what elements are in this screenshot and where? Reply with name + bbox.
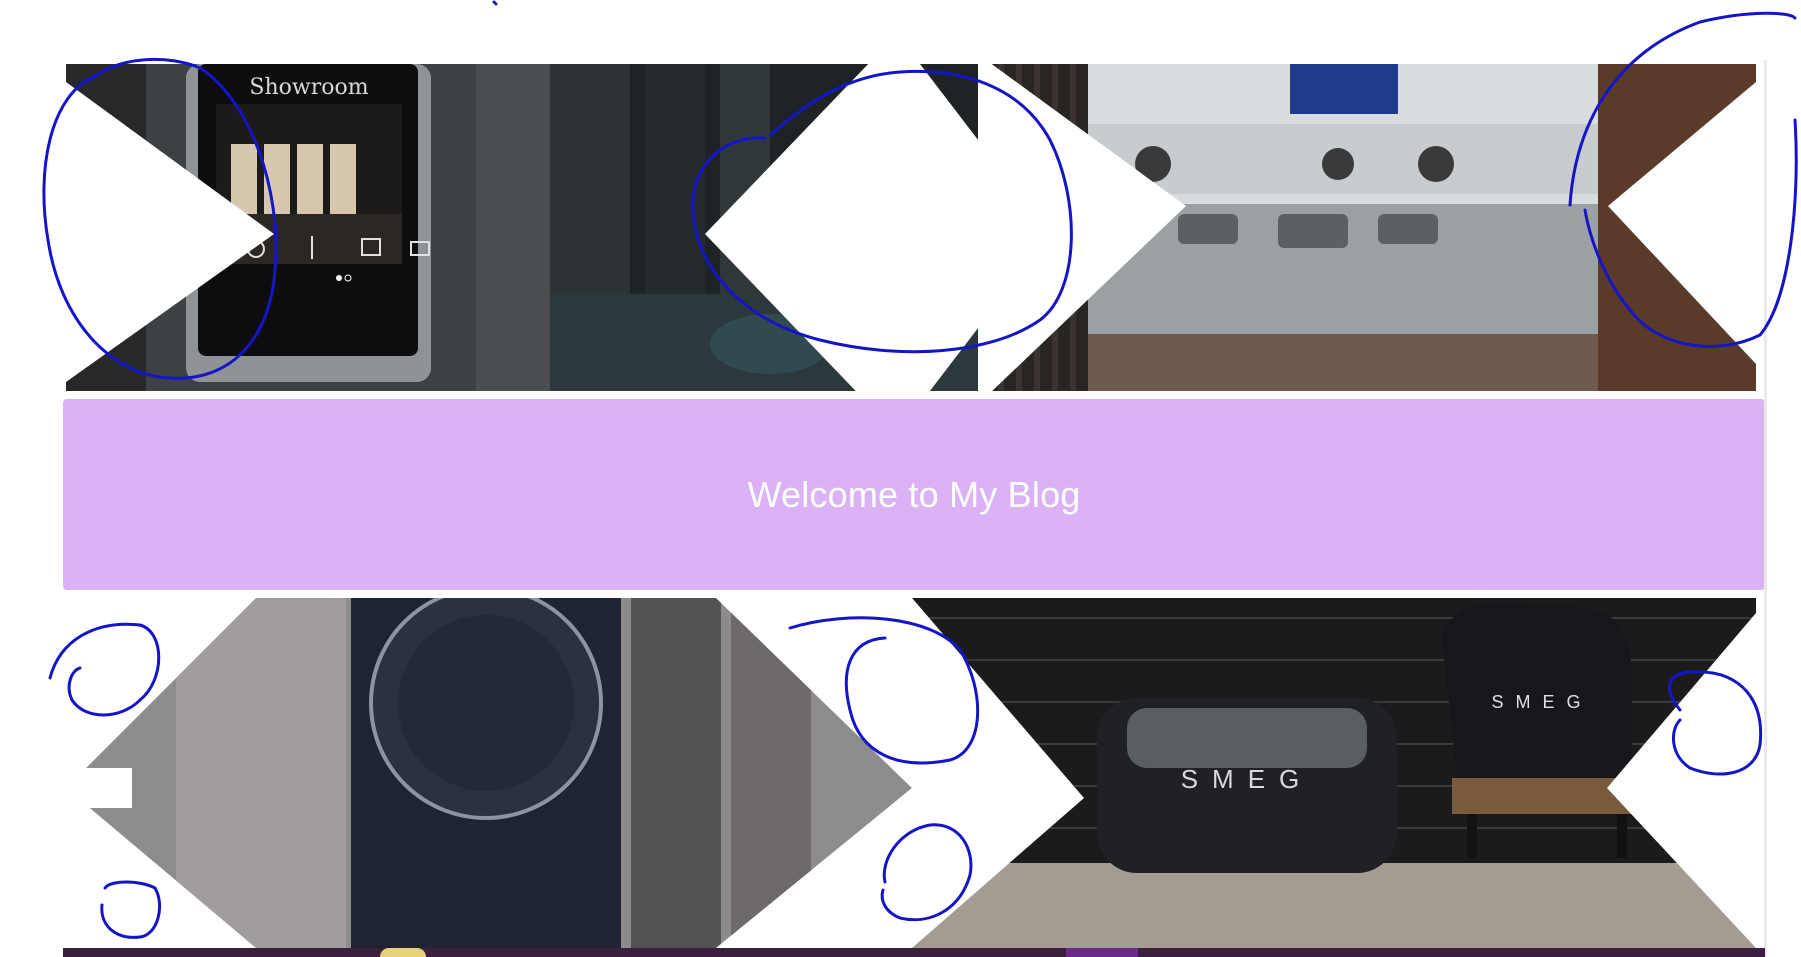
annotation-tick xyxy=(492,0,498,6)
toaster-brand: SMEG xyxy=(1181,764,1314,794)
espresso-machine-image[interactable] xyxy=(978,64,1756,391)
dark-kitchen-image[interactable] xyxy=(550,64,978,391)
footer-decoration xyxy=(380,948,426,957)
scrollbar-track[interactable] xyxy=(1764,60,1767,957)
bottom-image-strip: SMEG SMEG xyxy=(66,598,1756,948)
blog-page: Showroom Welcome to My Blog SMEG SMEG xyxy=(0,0,1801,957)
kettle-brand: SMEG xyxy=(1491,692,1592,712)
smart-panel-image[interactable]: Showroom xyxy=(66,64,550,391)
footer-accent xyxy=(1066,948,1138,957)
footer-bar xyxy=(63,948,1765,957)
top-image-strip: Showroom xyxy=(66,64,1756,391)
showroom-label: Showroom xyxy=(249,75,368,100)
smeg-kitchen-image[interactable]: SMEG SMEG xyxy=(912,598,1756,948)
welcome-banner: Welcome to My Blog xyxy=(63,399,1765,590)
washing-machine-image[interactable] xyxy=(66,598,912,948)
banner-title: Welcome to My Blog xyxy=(747,473,1081,515)
